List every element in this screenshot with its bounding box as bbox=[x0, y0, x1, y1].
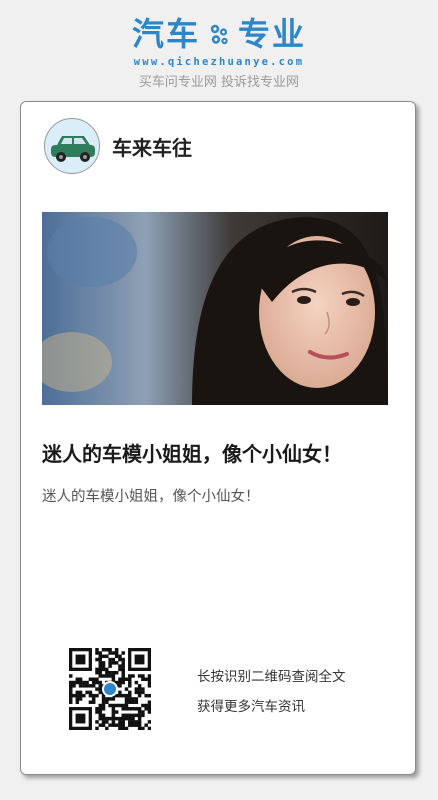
logo-text-left: 汽车 bbox=[131, 15, 200, 53]
article-summary: 迷人的车模小姐姐，像个小仙女！ bbox=[42, 489, 260, 505]
woman-photo bbox=[42, 212, 388, 405]
logo-text-right: 专业 bbox=[238, 15, 307, 53]
avatar bbox=[44, 118, 100, 174]
site-url: www.qichezhuanye.com bbox=[133, 56, 305, 68]
car-icon bbox=[51, 136, 95, 162]
author-profile: 车来车往 bbox=[44, 118, 192, 174]
qr-code-icon[interactable] bbox=[69, 648, 152, 731]
qr-instruction-line1: 长按识别二维码查阅全文 bbox=[197, 669, 346, 685]
author-name: 车来车往 bbox=[112, 135, 192, 160]
gear-icon bbox=[210, 24, 228, 45]
logo: 汽车 专业 bbox=[0, 14, 438, 54]
share-card: 车来车往 迷人的车模小姐姐，像个小仙女！ 迷人的车模小姐姐，像个小仙女！ 长按识… bbox=[20, 101, 416, 775]
tagline: 买车问专业网 投诉找专业网 bbox=[138, 75, 300, 90]
brand-header: 汽车 专业 www.qichezhuanye.com 买车问专业网 投诉找专业网 bbox=[0, 14, 438, 90]
article-photo bbox=[42, 212, 388, 405]
article-title: 迷人的车模小姐姐，像个小仙女！ bbox=[42, 442, 342, 466]
qr-instruction-line2: 获得更多汽车资讯 bbox=[197, 699, 305, 715]
qr-instructions: 长按识别二维码查阅全文 获得更多汽车资讯 bbox=[197, 662, 346, 722]
